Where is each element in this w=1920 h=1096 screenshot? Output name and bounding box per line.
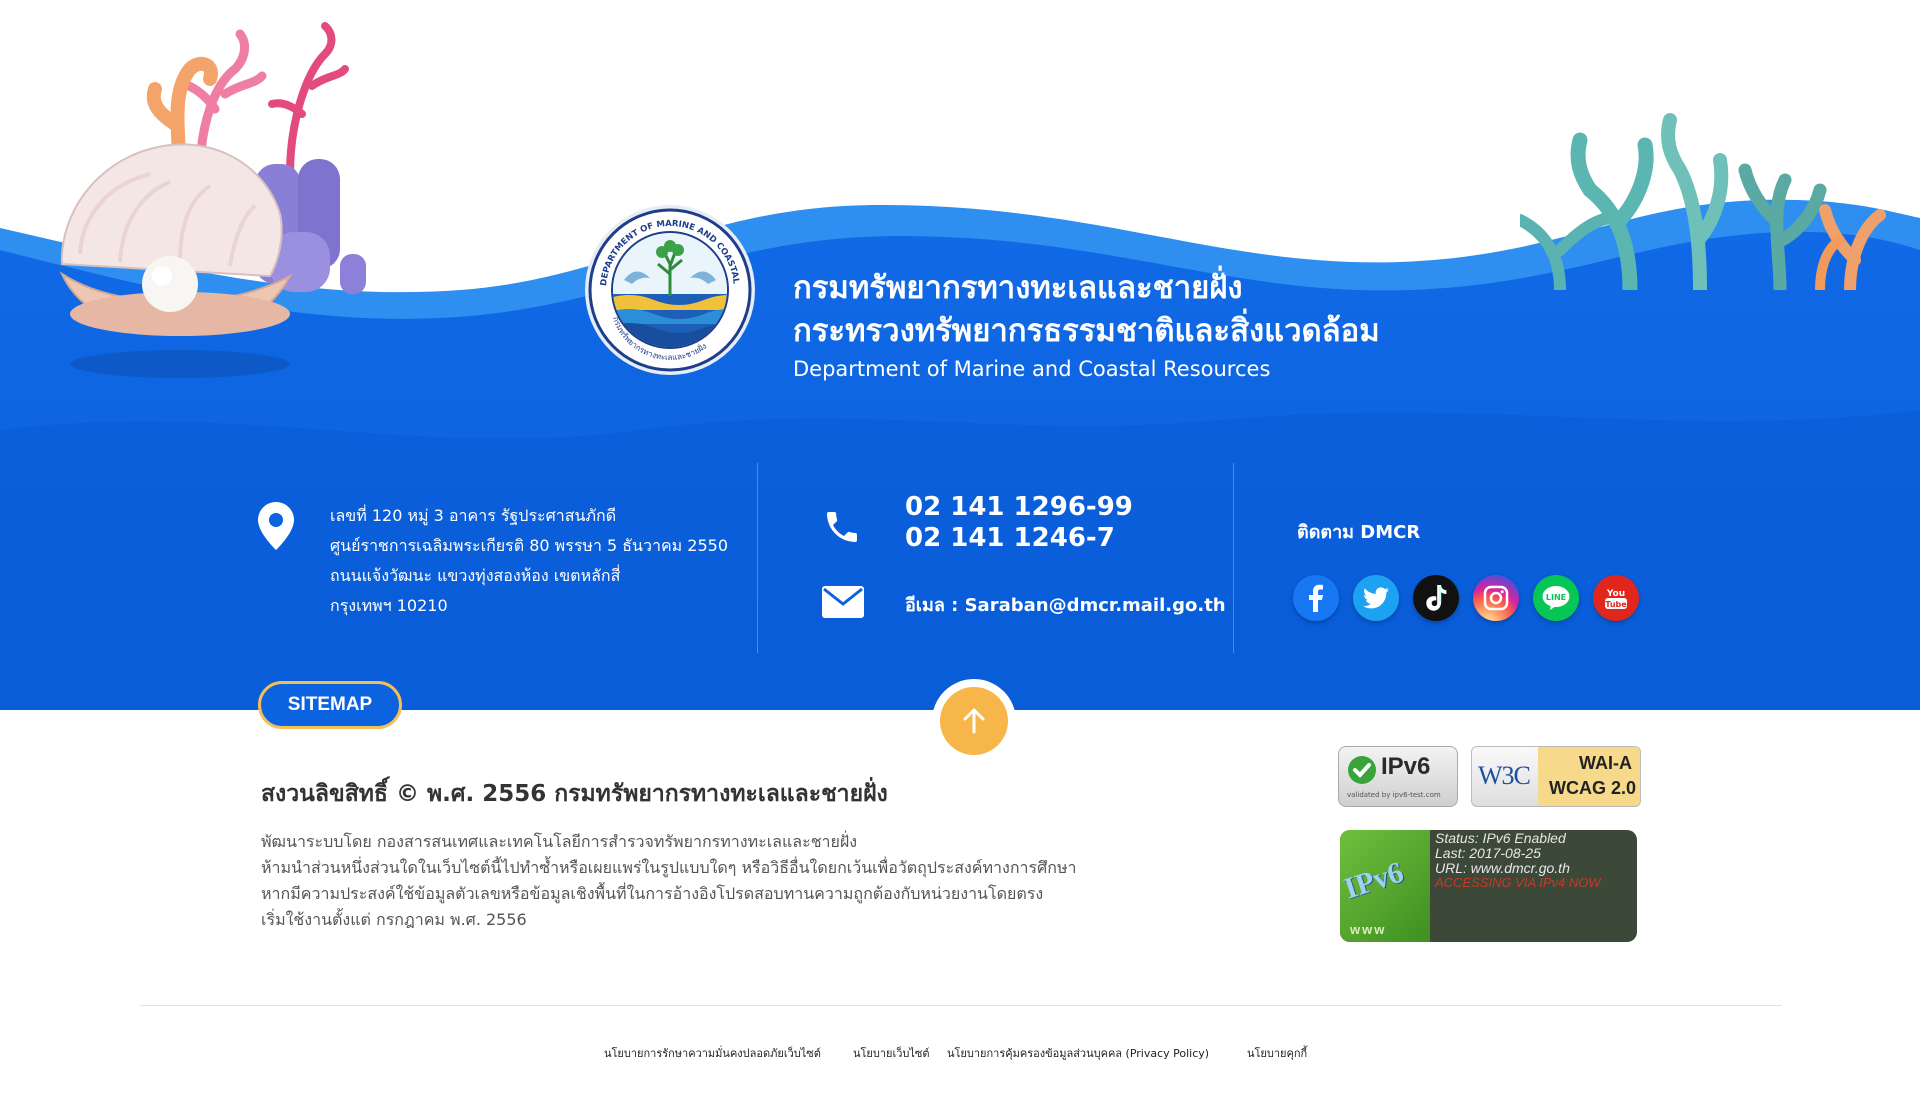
svg-text:You: You bbox=[1606, 589, 1625, 599]
facebook-icon[interactable] bbox=[1293, 575, 1339, 621]
pearl-shell-illustration bbox=[59, 22, 366, 378]
copyright-text: สงวนลิขสิทธิ์ © พ.ศ. 2556 กรมทรัพยากรทาง… bbox=[261, 781, 888, 807]
cookie-policy-link[interactable]: นโยบายคุกกี้ bbox=[1247, 1044, 1307, 1062]
ipv6-badge-sub: validated by ipv6-test.com bbox=[1347, 791, 1441, 799]
ipv6-status-www: www bbox=[1350, 922, 1387, 937]
ipv6-validated-badge[interactable]: IPv6 validated by ipv6-test.com bbox=[1338, 746, 1458, 807]
youtube-icon[interactable]: You Tube bbox=[1593, 575, 1639, 621]
org-name-en: Department of Marine and Coastal Resourc… bbox=[793, 357, 1271, 381]
coral-illustration bbox=[1520, 113, 1886, 290]
column-divider bbox=[1233, 463, 1234, 653]
ipv6-status-line: URL: www.dmcr.go.th bbox=[1435, 860, 1570, 876]
back-to-top-button[interactable] bbox=[940, 687, 1008, 755]
address-line: กรุงเทพฯ 10210 bbox=[330, 596, 448, 615]
column-divider bbox=[757, 463, 758, 653]
address-line: ศูนย์ราชการเฉลิมพระเกียรติ 80 พรรษา 5 ธั… bbox=[330, 536, 729, 555]
arrow-up-icon bbox=[963, 708, 985, 734]
footer-divider bbox=[140, 1005, 1782, 1006]
security-policy-link[interactable]: นโยบายการรักษาความมั่นคงปลอดภัยเว็บไซต์ bbox=[604, 1044, 821, 1062]
ipv6-badge-title: IPv6 bbox=[1381, 753, 1431, 780]
info-line: ห้ามนำส่วนหนึ่งส่วนใดในเว็บไซต์นี้ไปทำซ้… bbox=[261, 858, 1077, 877]
sitemap-button[interactable]: SITEMAP bbox=[258, 681, 402, 729]
social-follow-title: ติดตาม DMCR bbox=[1297, 522, 1421, 543]
instagram-icon[interactable] bbox=[1473, 575, 1519, 621]
w3c-wcag-badge[interactable]: W3C WAI-A WCAG 2.0 bbox=[1471, 746, 1641, 807]
privacy-policy-link[interactable]: นโยบายการคุ้มครองข้อมูลส่วนบุคคล (Privac… bbox=[947, 1044, 1209, 1062]
ipv6-status-badge[interactable]: IPv6 www Status: IPv6 Enabled Last: 2017… bbox=[1340, 830, 1637, 942]
info-line: พัฒนาระบบโดย กองสารสนเทศและเทคโนโลยีการส… bbox=[261, 832, 858, 851]
phone-number[interactable]: 02 141 1246-7 bbox=[905, 523, 1115, 553]
tiktok-icon[interactable] bbox=[1413, 575, 1459, 621]
phone-icon bbox=[827, 512, 857, 542]
email-address[interactable]: อีเมล : Saraban@dmcr.mail.go.th bbox=[905, 590, 1226, 619]
ipv6-status-line: Last: 2017-08-25 bbox=[1435, 845, 1541, 861]
ministry-name-th: กระทรวงทรัพยากรธรรมชาติและสิ่งแวดล้อม bbox=[793, 313, 1380, 349]
wcag-version: WCAG 2.0 bbox=[1548, 778, 1636, 798]
info-line: หากมีความประสงค์ใช้ข้อมูลตัวเลขหรือข้อมู… bbox=[261, 884, 1044, 903]
dmcr-logo: DEPARTMENT OF MARINE AND COASTAL RESOURC… bbox=[584, 204, 755, 375]
svg-text:Tube: Tube bbox=[1605, 600, 1627, 609]
wcag-panel: WAI-A WCAG 2.0 bbox=[1538, 747, 1640, 806]
w3c-logo: W3C bbox=[1478, 761, 1531, 790]
svg-text:LINE: LINE bbox=[1546, 593, 1566, 602]
location-pin-icon bbox=[258, 502, 294, 550]
website-policy-link[interactable]: นโยบายเว็บไซต์ bbox=[853, 1044, 930, 1062]
info-line: เริ่มใช้งานตั้งแต่ กรกฎาคม พ.ศ. 2556 bbox=[261, 910, 527, 929]
line-icon[interactable]: LINE bbox=[1533, 575, 1579, 621]
address-line: ถนนแจ้งวัฒนะ แขวงทุ่งสองห้อง เขตหลักสี่ bbox=[330, 566, 621, 585]
ipv6-status-line: Status: IPv6 Enabled bbox=[1435, 830, 1566, 846]
ipv6-status-line: ACCESSING VIA IPv4 NOW bbox=[1435, 875, 1601, 890]
mail-icon bbox=[822, 586, 864, 618]
check-icon bbox=[1348, 756, 1376, 784]
address-line: เลขที่ 120 หมู่ 3 อาคาร รัฐประศาสนภักดี bbox=[330, 506, 617, 525]
phone-number[interactable]: 02 141 1296-99 bbox=[905, 492, 1133, 522]
twitter-icon[interactable] bbox=[1353, 575, 1399, 621]
wai-level: WAI-A bbox=[1579, 753, 1632, 773]
